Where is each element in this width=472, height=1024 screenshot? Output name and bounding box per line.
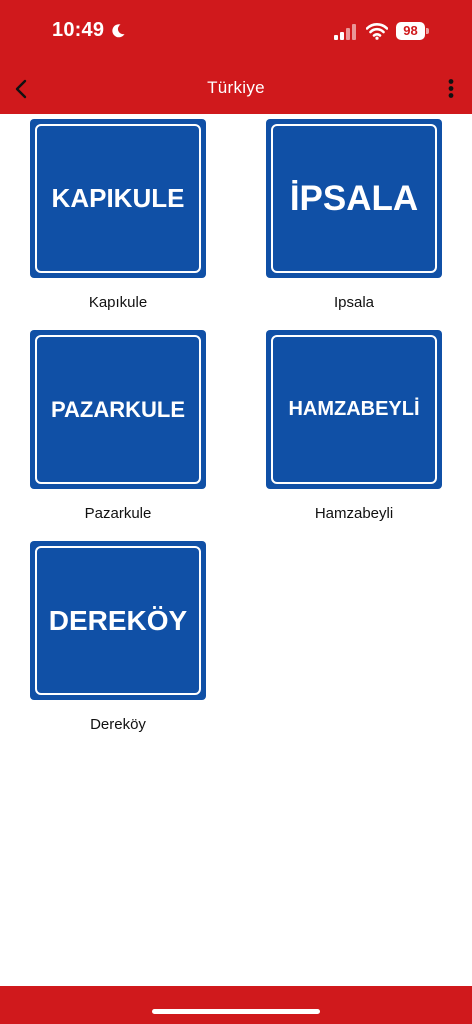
bottom-bar [0,986,472,1024]
crossing-label: Kapıkule [88,294,148,311]
sign-text: PAZARKULE [35,335,201,484]
crossing-card-kapikule[interactable]: KAPIKULE Kapıkule [30,119,206,311]
crossing-label: Pazarkule [84,505,152,522]
crossing-label: Hamzabeyli [314,505,394,522]
home-indicator[interactable] [152,1009,320,1014]
crossing-card-pazarkule[interactable]: PAZARKULE Pazarkule [30,330,206,522]
sign-text: HAMZABEYLİ [271,335,437,484]
crossing-sign: HAMZABEYLİ [266,330,442,489]
sign-text: DEREKÖY [35,546,201,695]
sign-text: KAPIKULE [35,124,201,273]
crossing-sign: DEREKÖY [30,541,206,700]
screen: 10:49 98 Türkiye KAPIKULE Kapıkule İPSAL… [0,0,472,1024]
crossing-label: Dereköy [90,716,146,733]
crossing-grid: KAPIKULE Kapıkule İPSALA Ipsala PAZARKUL… [0,0,472,1024]
crossing-label: Ipsala [333,294,375,311]
sign-text: İPSALA [271,124,437,273]
crossing-sign: İPSALA [266,119,442,278]
crossing-card-hamzabeyli[interactable]: HAMZABEYLİ Hamzabeyli [266,330,442,522]
crossing-card-ipsala[interactable]: İPSALA Ipsala [266,119,442,311]
crossing-card-derekoy[interactable]: DEREKÖY Dereköy [30,541,206,733]
crossing-sign: KAPIKULE [30,119,206,278]
crossing-sign: PAZARKULE [30,330,206,489]
